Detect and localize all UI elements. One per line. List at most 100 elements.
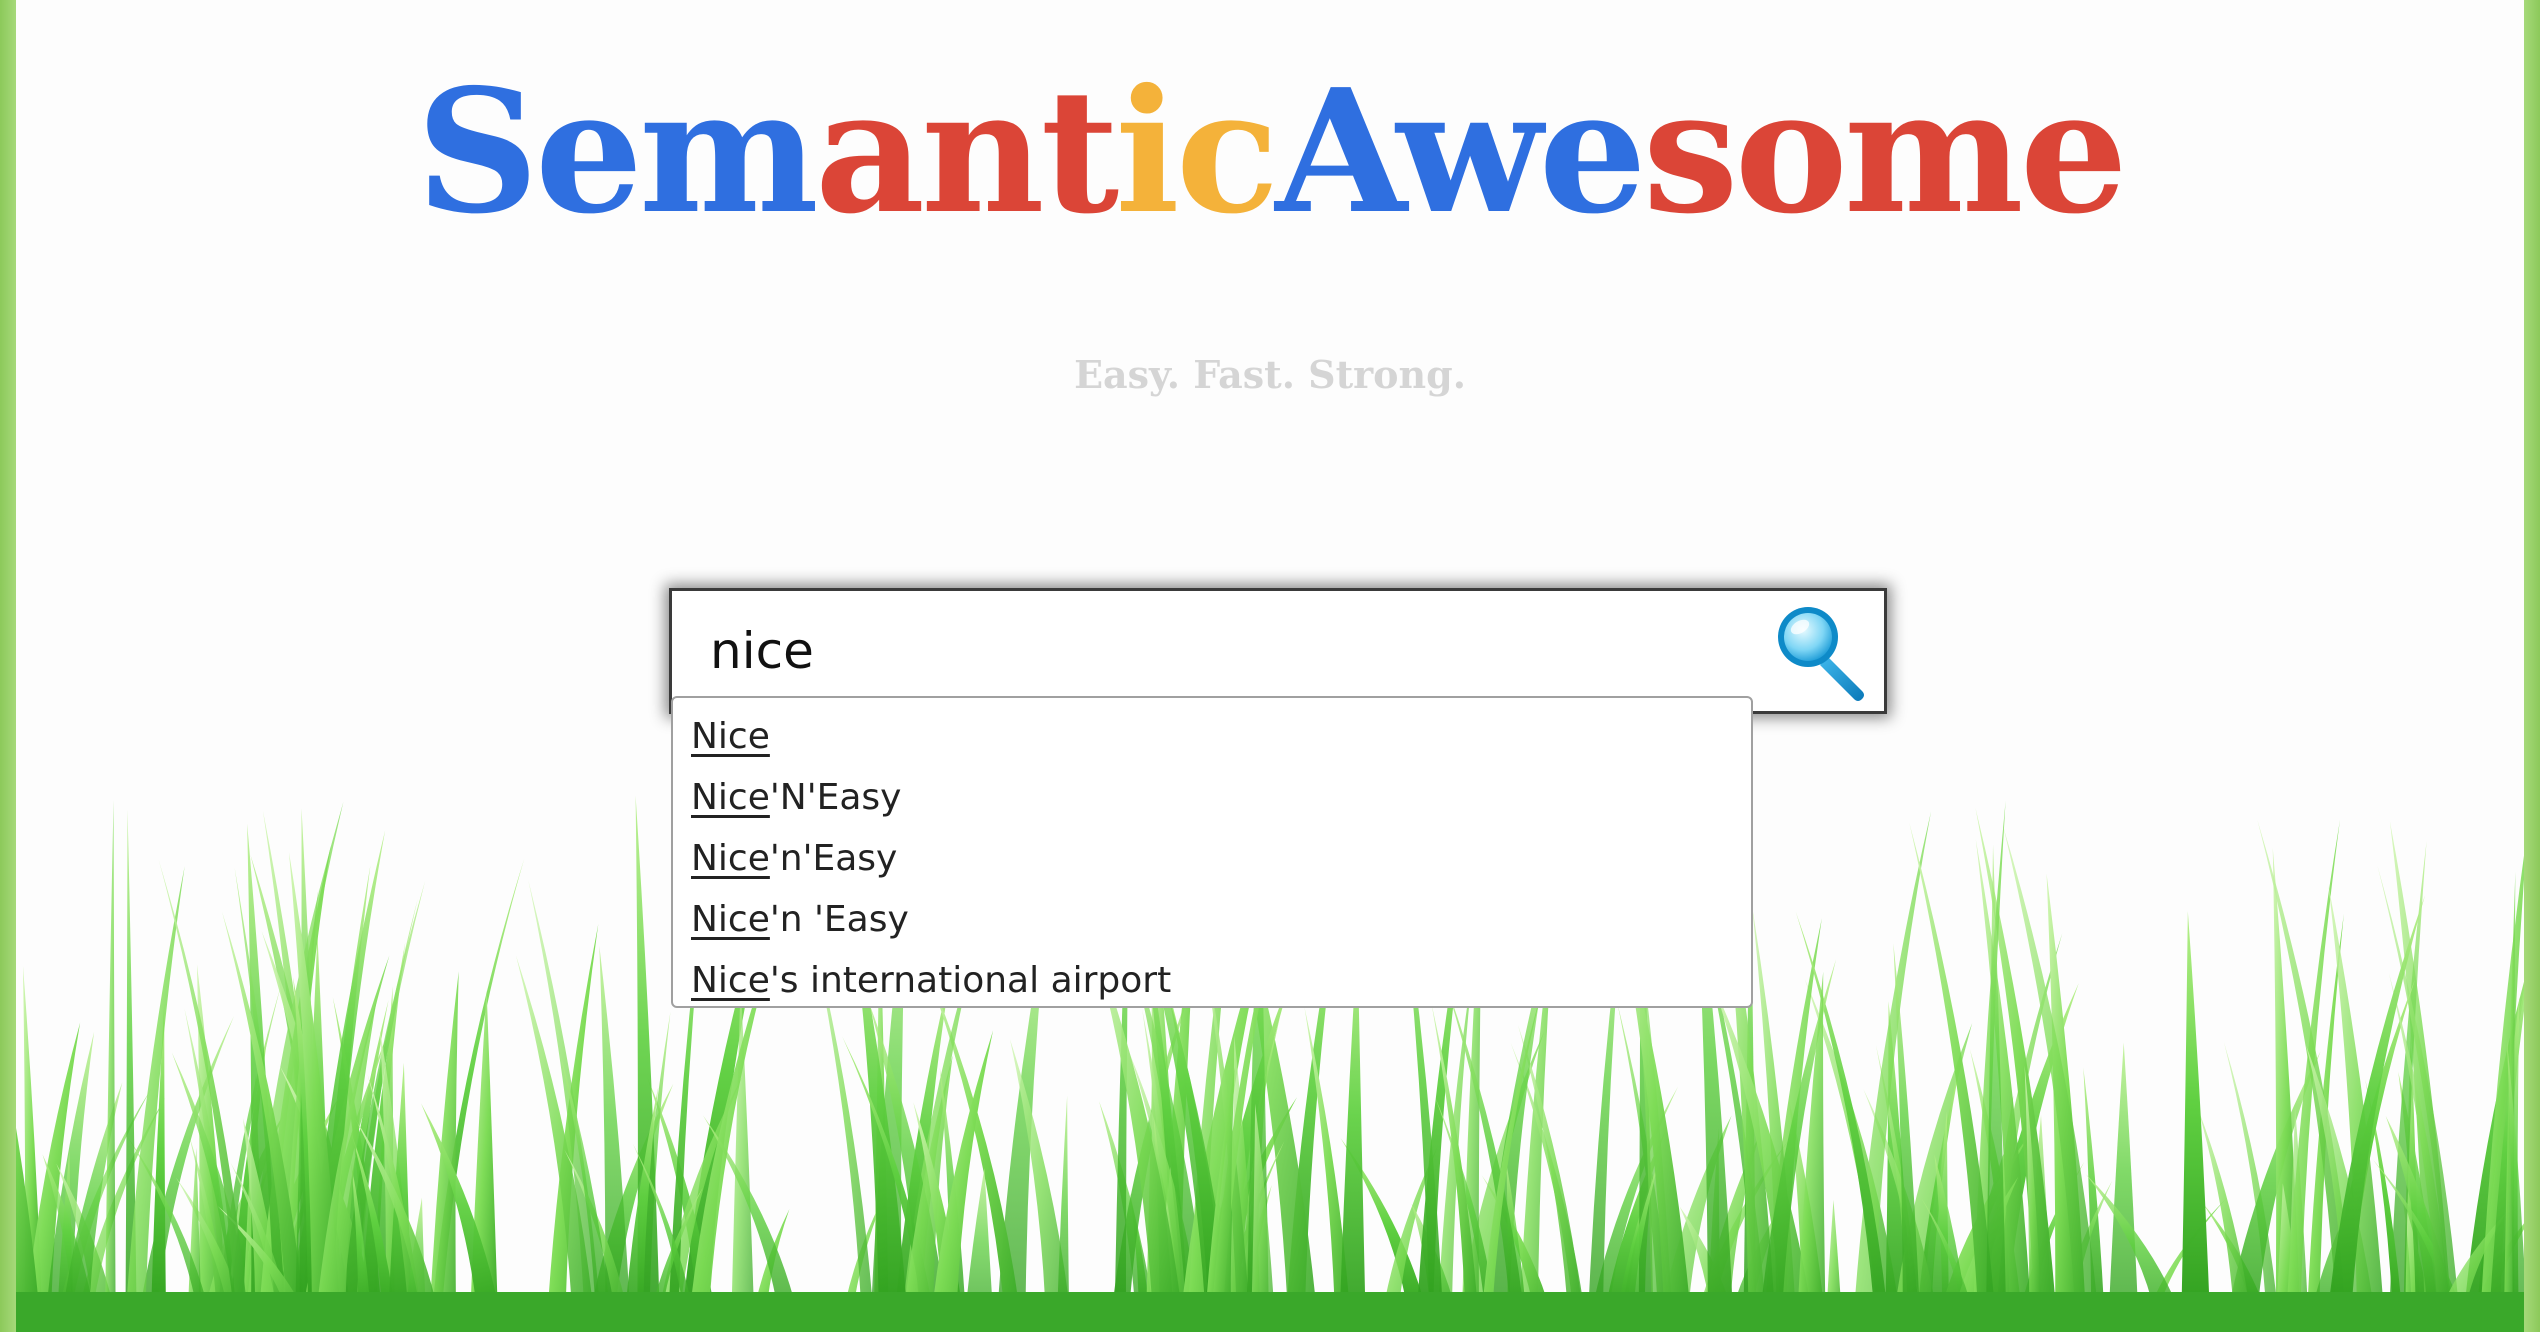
grass-blade [635,1011,671,1332]
grass-blade [1518,1025,1585,1332]
grass-blade [350,1131,398,1332]
grass-blade [187,1147,202,1332]
grass-blade [340,881,426,1332]
suggestion-item[interactable]: Nice'n 'Easy [673,889,1751,950]
logo-part-sem: Sem [416,52,819,252]
logo-part-some: some [1642,52,2128,252]
grass-blade [1129,1053,1203,1332]
grass-blade [1142,1009,1184,1332]
grass-blade [367,1074,424,1332]
grass-blade [913,1102,966,1332]
suggestion-item[interactable]: Nice'n'Easy [673,828,1751,889]
grass-blade [23,1022,81,1332]
grass-blade [1825,1199,1843,1332]
grass-blade [294,933,316,1332]
grass-blade [332,996,384,1332]
grass-blade [1304,1007,1352,1332]
grass-blade [1588,1086,1679,1332]
grass-blade [250,854,349,1332]
logo-part-awe: Awe [1275,52,1647,252]
grass-blade [299,808,322,1332]
grass-blade [1200,971,1293,1332]
grass-blade [2056,1180,2113,1332]
grass-blade [655,1077,742,1332]
grass-blade [2024,1064,2043,1332]
grass-blade [346,898,418,1332]
grass-blade [2325,979,2416,1332]
magnifier-icon [1778,607,1864,701]
search-input[interactable] [710,613,1710,689]
grass-blade [288,852,342,1332]
grass-blade [2201,1201,2272,1332]
suggestion-item[interactable]: Nice's international airport [673,950,1751,1011]
grass-blade [2197,1107,2253,1332]
grass-blade [1934,1154,1970,1332]
grass-blade [2025,1114,2053,1332]
grass-blade [1480,991,1542,1332]
grass-blade [2403,1027,2421,1332]
grass-blade [308,1031,389,1332]
grass-blade [22,965,43,1332]
grass-blade [1617,1002,1671,1332]
grass-blade [1972,800,2006,1332]
grass-blade [221,911,306,1332]
grass-blade [647,1077,718,1332]
grass-blade [1601,1130,1666,1332]
grass-blade [184,1008,237,1332]
suggestion-item[interactable]: Nice'N'Easy [673,767,1751,828]
grass-blade [1237,1059,1268,1332]
grass-blade [2306,913,2344,1332]
grass-blade [279,1065,380,1332]
grass-blade [1795,911,1890,1332]
grass-blade [632,1143,697,1332]
grass-blade [1928,1110,1950,1332]
grass-blade [564,1149,632,1332]
grass-blade [528,879,602,1332]
grass-blade [1959,1127,2014,1332]
grass-blade [1199,1163,1258,1332]
grass-blade [1099,1101,1157,1332]
grass-blade [125,809,137,1332]
grass-blade [224,1155,273,1332]
grass-blade [42,1154,98,1332]
grass-blade [702,1115,802,1332]
grass-blade [1975,839,2033,1332]
grass-blade [2046,873,2087,1332]
grass-blade [2385,1115,2459,1332]
grass-blade [150,1003,167,1332]
grass-blade [2388,972,2453,1332]
grass-blade [1249,1094,1261,1332]
suggestion-match: Nice [691,716,770,757]
grass-blade [1156,1167,1186,1332]
grass-blade [44,1031,95,1332]
suggestion-item[interactable]: Nice [673,706,1751,767]
grass-blade [623,1087,659,1332]
right-border [2524,0,2540,1332]
grass-blade [2462,981,2524,1332]
grass-blade [1796,971,1826,1332]
grass-blade [2402,1197,2434,1332]
grass-blade [242,1074,266,1332]
grass-blade [237,1199,260,1332]
grass-blade [2223,1041,2280,1332]
grass-blade [2503,871,2516,1332]
tagline: Easy. Fast. Strong. [1074,352,1466,397]
grass-blade [420,1103,504,1332]
grass-blade [1712,984,1815,1332]
grass-blade [1614,1174,1653,1332]
grass-blade [158,859,250,1332]
grass-blade [124,866,185,1332]
grass-blade [1884,1001,1913,1332]
grass-blade [1056,1095,1070,1332]
grass-blade [1698,1134,1760,1332]
grass-blade [868,1001,949,1332]
suggestion-rest: 'n'Easy [769,838,898,879]
grass-blade [2328,885,2386,1332]
logo-part-ant: ant [814,52,1119,252]
grass-blade [74,1097,166,1332]
search-button[interactable] [1766,597,1876,707]
grass-blade [1233,1184,1272,1332]
grass-blade [647,1187,703,1332]
grass-blade [1224,1015,1281,1332]
grass-blade [2181,911,2211,1332]
